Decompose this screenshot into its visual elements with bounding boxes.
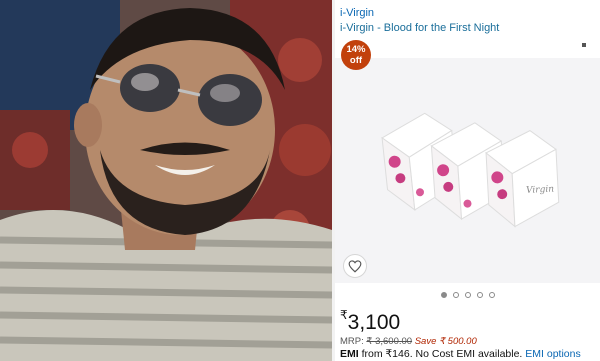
carousel-dot[interactable] — [488, 292, 495, 298]
mrp-label: MRP: — [340, 336, 364, 347]
carousel-dot[interactable] — [464, 292, 471, 298]
carousel-indicator[interactable] — [335, 292, 600, 302]
price-currency: ₹ — [340, 308, 348, 322]
emi-text: from ₹146. No Cost EMI available. — [358, 348, 526, 360]
carousel-dot[interactable] — [476, 292, 483, 298]
product-image[interactable]: Virgin — [335, 58, 600, 283]
heart-outline-icon[interactable] — [343, 254, 367, 278]
product-listing: i-Virgin i-Virgin - Blood for the First … — [335, 0, 600, 361]
square-dot-icon — [582, 43, 586, 47]
price-amount: 3,100 — [347, 311, 401, 334]
mrp-line: MRP: ₹ 3,600.00 Save ₹ 500.00 — [340, 336, 477, 347]
emi-line: EMI from ₹146. No Cost EMI available. EM… — [340, 348, 581, 360]
carousel-dot[interactable] — [440, 292, 447, 298]
brand-link[interactable]: i-Virgin — [340, 7, 374, 19]
product-title[interactable]: i-Virgin - Blood for the First Night — [340, 22, 499, 34]
emi-options-link[interactable]: EMI options — [525, 348, 580, 360]
mrp-value: ₹ 3,600.00 — [366, 336, 413, 347]
emi-label: EMI — [340, 348, 359, 360]
save-amount: Save ₹ 500.00 — [414, 336, 477, 347]
discount-value: 14% — [346, 44, 366, 55]
price: ₹3,100 — [340, 308, 400, 335]
box-script-text: Virgin — [526, 184, 555, 195]
discount-suffix: off — [349, 55, 363, 66]
carousel-dot[interactable] — [452, 292, 459, 298]
person-photo — [0, 0, 332, 361]
discount-badge: 14% off — [341, 40, 371, 70]
